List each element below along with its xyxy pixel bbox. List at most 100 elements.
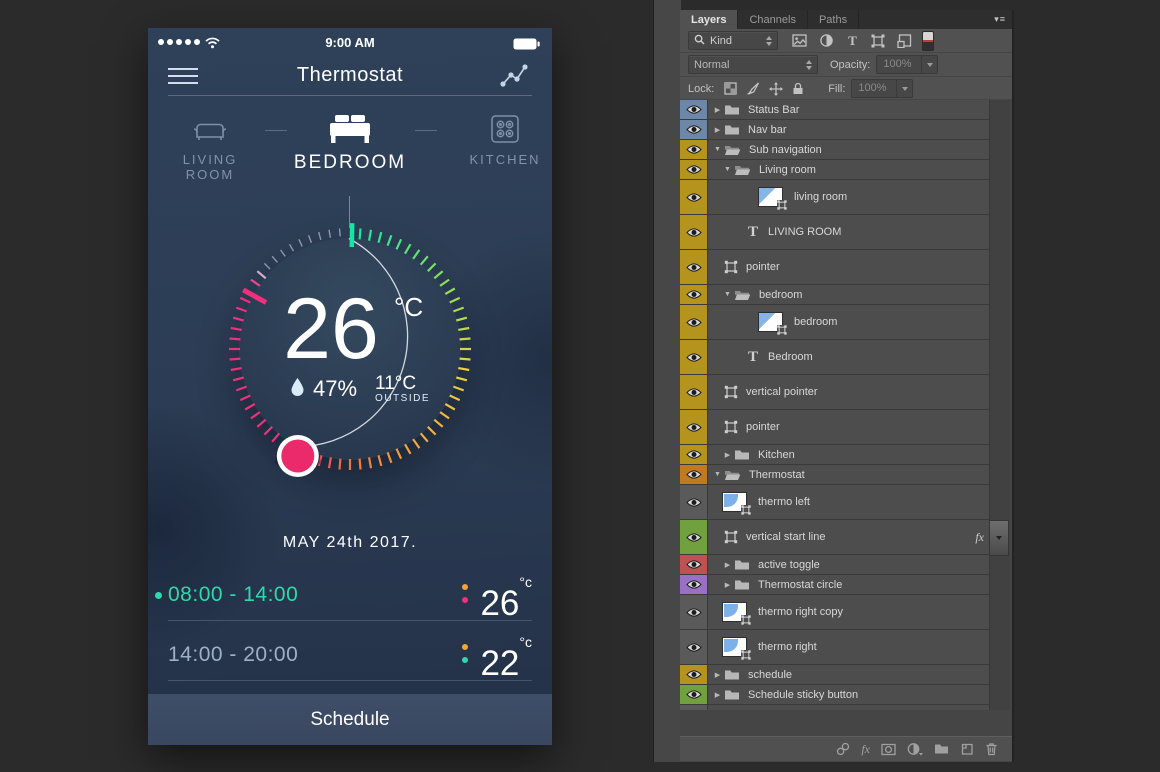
tab-layers[interactable]: Layers <box>680 10 738 29</box>
expander-icon[interactable]: ▼ <box>721 291 734 298</box>
tab-living-room[interactable]: LIVING ROOM <box>160 104 260 182</box>
filter-adjustment-icon[interactable] <box>819 33 834 48</box>
expander-icon[interactable]: ▶ <box>721 561 734 569</box>
expander-icon[interactable]: ▶ <box>721 451 734 459</box>
tab-channels[interactable]: Channels <box>738 10 807 29</box>
tab-bedroom[interactable]: BEDROOM <box>290 104 410 174</box>
add-layer-mask-icon[interactable] <box>881 743 896 756</box>
activity-graph-icon[interactable] <box>498 62 530 95</box>
layer-row-thermo-left[interactable]: thermo left <box>680 485 990 520</box>
visibility-eye-icon[interactable] <box>680 375 708 409</box>
layer-row-thermostat-circle[interactable]: ▶Thermostat circle <box>680 575 990 595</box>
layer-row-living-room[interactable]: TLIVING ROOM <box>680 215 990 250</box>
fill-input[interactable]: 100% <box>851 79 913 98</box>
layer-row-active-toggle[interactable]: ▶active toggle <box>680 555 990 575</box>
layer-row-living-room[interactable]: living room <box>680 180 990 215</box>
layer-row-thermo-right[interactable]: thermo right <box>680 630 990 665</box>
layer-row-sub-navigation[interactable]: ▼Sub navigation <box>680 140 990 160</box>
layer-thumbnail[interactable] <box>722 602 747 622</box>
visibility-eye-icon[interactable] <box>680 100 708 119</box>
layer-name: living room <box>794 191 847 203</box>
expander-icon[interactable]: ▼ <box>711 146 724 153</box>
lock-position-icon[interactable] <box>769 82 783 96</box>
visibility-eye-icon[interactable] <box>680 340 708 374</box>
schedule-button[interactable]: Schedule <box>148 694 552 745</box>
expander-icon[interactable]: ▶ <box>711 126 724 134</box>
filter-smart-object-icon[interactable] <box>897 34 912 48</box>
visibility-eye-icon[interactable] <box>680 630 708 664</box>
visibility-eye-icon[interactable] <box>680 285 708 304</box>
layer-row-vertical-pointer[interactable]: vertical pointer <box>680 375 990 410</box>
blend-mode-select[interactable]: Normal <box>688 55 818 74</box>
layer-thumbnail[interactable] <box>722 637 747 657</box>
layer-row-bedroom[interactable]: TBedroom <box>680 340 990 375</box>
scrollbar-gutter[interactable] <box>989 100 1010 710</box>
filter-shape-icon[interactable] <box>871 34 885 48</box>
panel-menu-icon[interactable]: ▾≡ <box>994 14 1006 25</box>
collapse-effects-button[interactable] <box>989 520 1009 556</box>
visibility-eye-icon[interactable] <box>680 140 708 159</box>
visibility-eye-icon[interactable] <box>680 305 708 339</box>
new-adjustment-layer-icon[interactable] <box>907 742 923 756</box>
layer-row-bedroom[interactable]: bedroom <box>680 305 990 340</box>
visibility-eye-icon[interactable] <box>680 665 708 684</box>
lock-all-icon[interactable] <box>792 82 804 95</box>
filter-type-icon[interactable]: T <box>846 34 859 47</box>
visibility-eye-icon[interactable] <box>680 120 708 139</box>
layer-styles-icon[interactable]: fx <box>861 742 870 757</box>
visibility-eye-icon[interactable] <box>680 180 708 214</box>
expander-icon[interactable]: ▼ <box>711 471 724 478</box>
layer-thumbnail[interactable] <box>758 312 783 332</box>
schedule-row-1[interactable]: 08:00 - 14:00 26°c <box>168 578 532 614</box>
layer-thumbnail[interactable] <box>758 187 783 207</box>
visibility-eye-icon[interactable] <box>680 445 708 464</box>
chevron-down-icon[interactable] <box>921 56 937 73</box>
layer-thumbnail[interactable] <box>722 492 747 512</box>
layer-row-status-bar[interactable]: ▶Status Bar <box>680 100 990 120</box>
link-layers-icon[interactable] <box>836 742 850 756</box>
visibility-eye-icon[interactable] <box>680 465 708 484</box>
layer-row-schedule-sticky-button[interactable]: ▶Schedule sticky button <box>680 685 990 705</box>
layer-row-vertical-start-line[interactable]: vertical start linefx <box>680 520 990 555</box>
layer-row-nav-bar[interactable]: ▶Nav bar <box>680 120 990 140</box>
visibility-eye-icon[interactable] <box>680 595 708 629</box>
lock-transparency-icon[interactable] <box>724 82 737 95</box>
filter-pixel-icon[interactable] <box>792 34 807 47</box>
expander-icon[interactable]: ▶ <box>711 106 724 114</box>
layer-row-thermo-right-copy[interactable]: thermo right copy <box>680 595 990 630</box>
layer-row-pointer[interactable]: pointer <box>680 410 990 445</box>
layer-effects-fx-label[interactable]: fx <box>975 530 984 545</box>
new-group-icon[interactable] <box>934 743 949 755</box>
workspace: 9:00 AM Thermostat LIVING ROOM BEDROOM <box>0 0 1160 772</box>
expander-icon[interactable]: ▶ <box>711 691 724 699</box>
visibility-eye-icon[interactable] <box>680 520 708 554</box>
tab-kitchen[interactable]: KITCHEN <box>460 104 550 167</box>
tab-paths[interactable]: Paths <box>808 10 859 29</box>
layer-row-living-room[interactable]: ▼Living room <box>680 160 990 180</box>
layer-row-pointer[interactable]: pointer <box>680 250 990 285</box>
expander-icon[interactable]: ▶ <box>721 581 734 589</box>
layer-row-thermostat[interactable]: ▼Thermostat <box>680 465 990 485</box>
kind-filter-select[interactable]: Kind <box>688 31 778 50</box>
visibility-eye-icon[interactable] <box>680 250 708 284</box>
layer-row-bedroom[interactable]: ▼bedroom <box>680 285 990 305</box>
new-layer-icon[interactable] <box>960 742 974 756</box>
layer-row-schedule[interactable]: ▶schedule <box>680 665 990 685</box>
filter-toggle-switch[interactable] <box>922 31 934 51</box>
visibility-eye-icon[interactable] <box>680 685 708 704</box>
layer-row-kitchen[interactable]: ▶Kitchen <box>680 445 990 465</box>
chevron-down-icon[interactable] <box>896 80 912 97</box>
visibility-eye-icon[interactable] <box>680 215 708 249</box>
opacity-input[interactable]: 100% <box>876 55 938 74</box>
visibility-eye-icon[interactable] <box>680 575 708 594</box>
divider <box>265 130 287 131</box>
lock-pixels-icon[interactable] <box>746 82 760 95</box>
delete-layer-icon[interactable] <box>985 742 998 756</box>
schedule-row-2[interactable]: 14:00 - 20:00 22°c <box>168 638 532 674</box>
visibility-eye-icon[interactable] <box>680 485 708 519</box>
visibility-eye-icon[interactable] <box>680 555 708 574</box>
visibility-eye-icon[interactable] <box>680 410 708 444</box>
expander-icon[interactable]: ▶ <box>711 671 724 679</box>
expander-icon[interactable]: ▼ <box>721 166 734 173</box>
visibility-eye-icon[interactable] <box>680 160 708 179</box>
